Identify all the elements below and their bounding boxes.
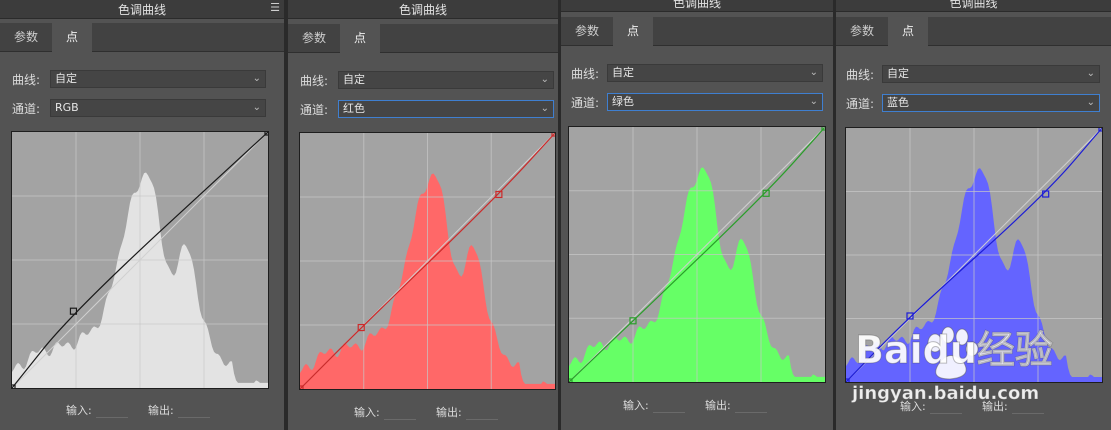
curves-panel-green: 色调曲线 参数 点 曲线: 自定 ⌄ 通道: 绿色 ⌄ 输入: 输出: bbox=[561, 0, 833, 430]
input-field[interactable] bbox=[383, 407, 416, 420]
chevron-down-icon: ⌄ bbox=[540, 74, 549, 85]
curve-select[interactable]: 自定 ⌄ bbox=[50, 70, 266, 88]
channel-select[interactable]: 红色 ⌄ bbox=[338, 100, 554, 118]
curve-graph[interactable] bbox=[299, 132, 556, 390]
curve-graph-svg bbox=[300, 133, 555, 389]
curve-select-value: 自定 bbox=[612, 66, 634, 79]
tab-bar: 参数 点 bbox=[0, 23, 284, 52]
panel-title: 色调曲线 bbox=[398, 3, 447, 17]
input-label: 输入: bbox=[623, 397, 685, 413]
panel-title: 色调曲线 bbox=[672, 0, 721, 10]
curves-panel-rgb: 色调曲线 ☰ 参数 点 曲线: 自定 ⌄ 通道: RGB ⌄ 输入: 输出: bbox=[0, 0, 284, 430]
channel-select-value: 蓝色 bbox=[887, 96, 909, 109]
channel-select-value: RGB bbox=[55, 101, 79, 114]
input-label: 输入: bbox=[66, 402, 128, 418]
curve-graph[interactable] bbox=[845, 127, 1103, 383]
output-field[interactable] bbox=[734, 400, 767, 413]
tab-points[interactable]: 点 bbox=[52, 23, 92, 52]
panel-menu-icon[interactable]: ☰ bbox=[270, 1, 280, 14]
output-label: 输出: bbox=[148, 402, 210, 418]
panel-titlebar: 色调曲线 ☰ bbox=[0, 0, 284, 19]
input-field[interactable] bbox=[929, 401, 962, 414]
curve-graph-svg bbox=[846, 128, 1102, 382]
curve-graph[interactable] bbox=[11, 131, 269, 389]
curve-select[interactable]: 自定 ⌄ bbox=[338, 71, 554, 89]
output-field[interactable] bbox=[177, 405, 210, 418]
chevron-down-icon: ⌄ bbox=[252, 102, 261, 113]
channel-label: 通道: bbox=[846, 97, 875, 111]
chevron-down-icon: ⌄ bbox=[1086, 97, 1095, 108]
output-label: 输出: bbox=[436, 404, 498, 420]
tab-parameters[interactable]: 参数 bbox=[2, 23, 50, 51]
tab-bar: 参数 点 bbox=[288, 24, 558, 53]
curve-select-value: 自定 bbox=[887, 67, 909, 80]
tab-parameters[interactable]: 参数 bbox=[838, 17, 886, 45]
chevron-down-icon: ⌄ bbox=[540, 103, 549, 114]
output-field[interactable] bbox=[1011, 401, 1044, 414]
input-label: 输入: bbox=[900, 398, 962, 414]
chevron-down-icon: ⌄ bbox=[252, 73, 261, 84]
input-field[interactable] bbox=[95, 405, 128, 418]
channel-select[interactable]: 绿色 ⌄ bbox=[607, 93, 823, 111]
channel-label: 通道: bbox=[12, 102, 41, 116]
curve-graph-svg bbox=[12, 132, 268, 388]
channel-select[interactable]: 蓝色 ⌄ bbox=[882, 94, 1100, 112]
tab-parameters[interactable]: 参数 bbox=[563, 17, 611, 45]
curve-label: 曲线: bbox=[300, 74, 329, 88]
curves-panel-blue: 色调曲线 参数 点 曲线: 自定 ⌄ 通道: 蓝色 ⌄ 输入: 输出: bbox=[836, 0, 1111, 430]
curve-label: 曲线: bbox=[846, 68, 875, 82]
output-label: 输出: bbox=[982, 398, 1044, 414]
panel-title: 色调曲线 bbox=[117, 3, 166, 17]
chevron-down-icon: ⌄ bbox=[809, 67, 818, 78]
channel-select-value: 绿色 bbox=[612, 95, 634, 108]
curve-select-value: 自定 bbox=[343, 73, 365, 86]
curve-graph-svg bbox=[569, 127, 825, 382]
tab-bar: 参数 点 bbox=[561, 17, 833, 46]
curve-label: 曲线: bbox=[571, 67, 600, 81]
curve-select[interactable]: 自定 ⌄ bbox=[882, 65, 1100, 83]
output-field[interactable] bbox=[465, 407, 498, 420]
tab-points[interactable]: 点 bbox=[340, 24, 380, 53]
input-field[interactable] bbox=[652, 400, 685, 413]
tab-bar: 参数 点 bbox=[836, 17, 1111, 46]
panel-titlebar: 色调曲线 bbox=[288, 0, 558, 19]
curve-graph[interactable] bbox=[568, 126, 826, 383]
curves-panel-red: 色调曲线 参数 点 曲线: 自定 ⌄ 通道: 红色 ⌄ 输入: 输出: bbox=[288, 0, 558, 430]
channel-select[interactable]: RGB ⌄ bbox=[50, 99, 266, 117]
tab-points[interactable]: 点 bbox=[888, 17, 928, 46]
panel-titlebar: 色调曲线 bbox=[561, 0, 833, 12]
chevron-down-icon: ⌄ bbox=[809, 96, 818, 107]
channel-label: 通道: bbox=[300, 103, 329, 117]
channel-select-value: 红色 bbox=[343, 102, 365, 115]
tab-points[interactable]: 点 bbox=[613, 17, 653, 46]
channel-label: 通道: bbox=[571, 96, 600, 110]
curve-label: 曲线: bbox=[12, 73, 41, 87]
input-label: 输入: bbox=[354, 404, 416, 420]
chevron-down-icon: ⌄ bbox=[1086, 68, 1095, 79]
tab-parameters[interactable]: 参数 bbox=[290, 24, 338, 52]
output-label: 输出: bbox=[705, 397, 767, 413]
curve-select-value: 自定 bbox=[55, 72, 77, 85]
curve-select[interactable]: 自定 ⌄ bbox=[607, 64, 823, 82]
panel-title: 色调曲线 bbox=[949, 0, 998, 10]
panel-titlebar: 色调曲线 bbox=[836, 0, 1111, 12]
